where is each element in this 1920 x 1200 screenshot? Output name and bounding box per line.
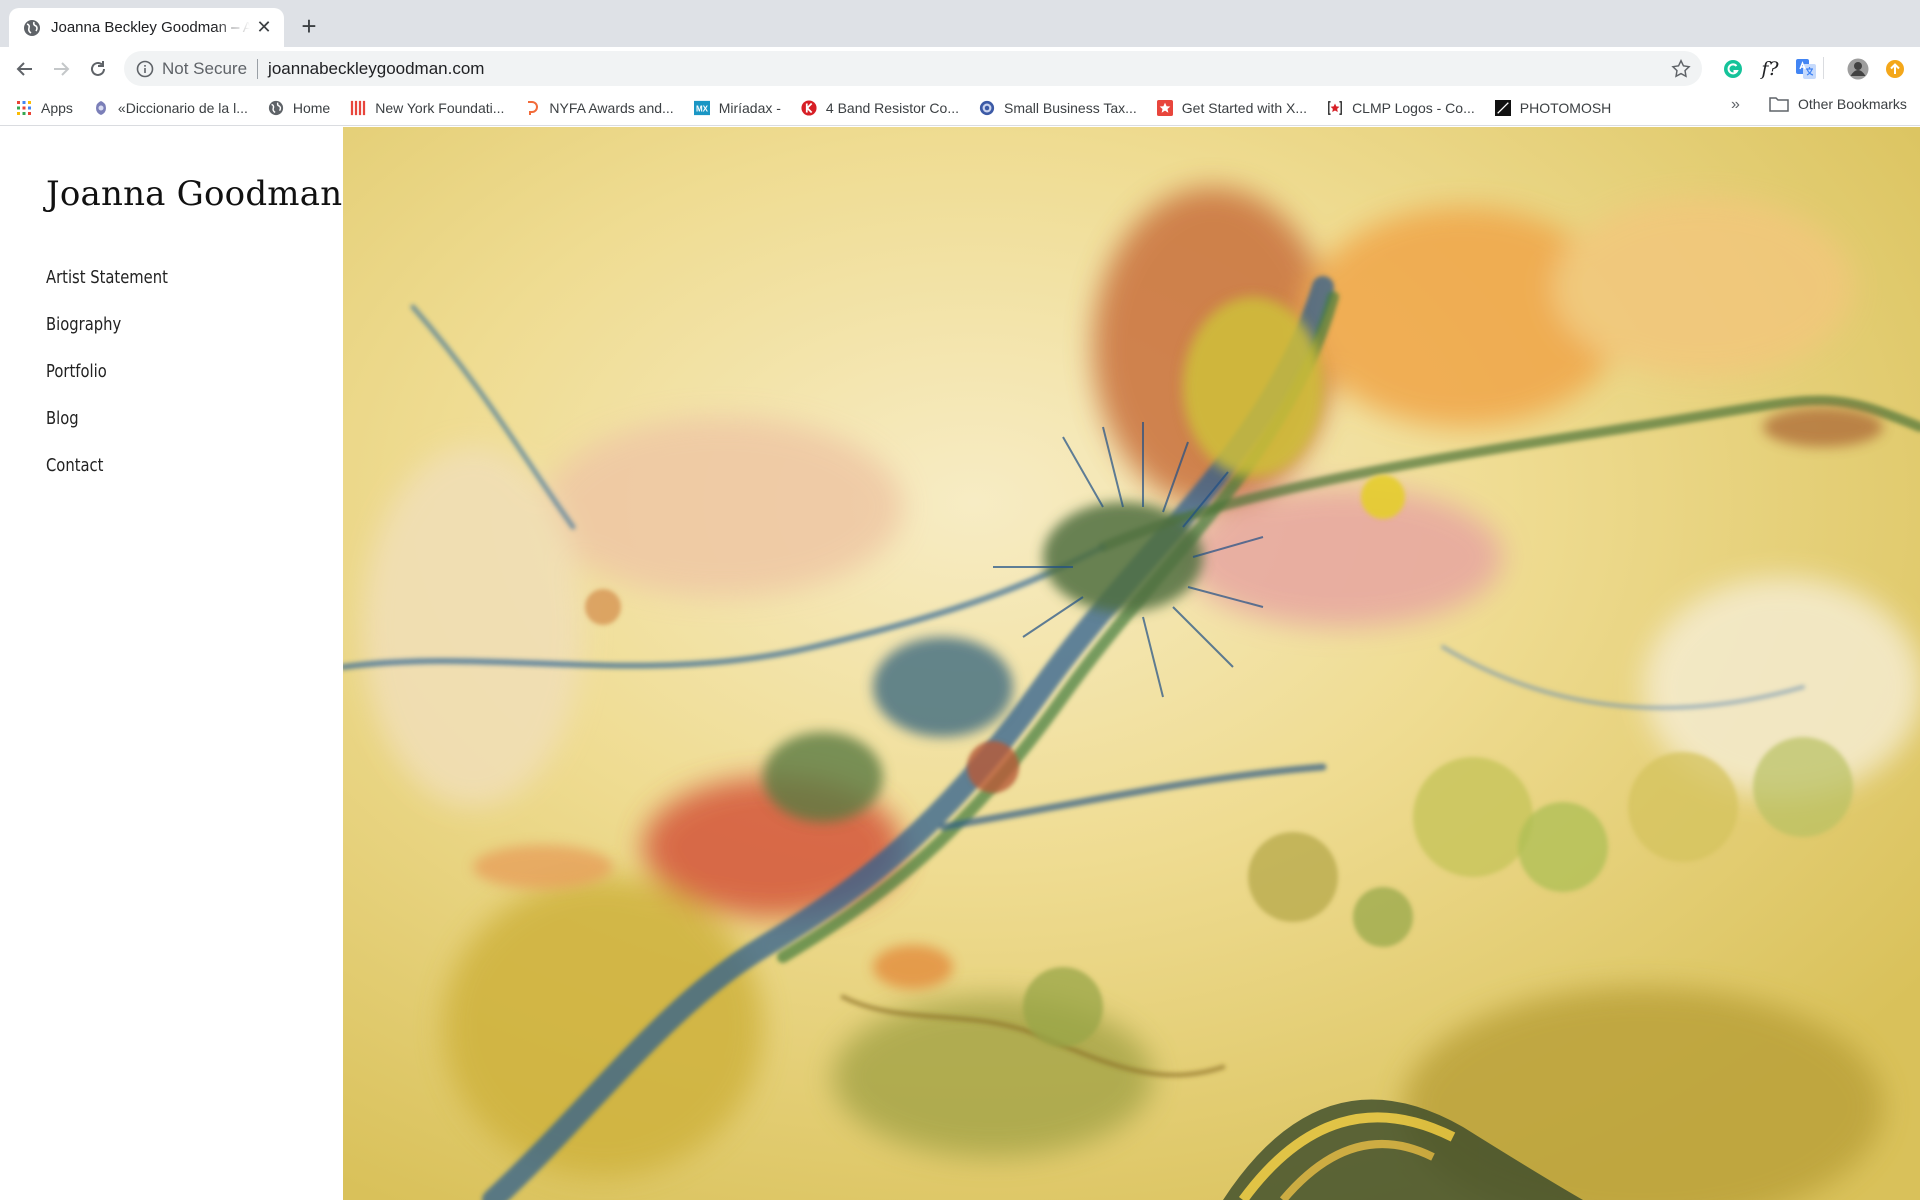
bookmarks-bar: Apps «Diccionario de la l... Home New Yo… xyxy=(0,90,1920,126)
nav-item-artist-statement[interactable]: Artist Statement xyxy=(46,267,168,314)
grammarly-icon xyxy=(1724,60,1742,78)
bookmark-apps[interactable]: Apps xyxy=(16,100,73,116)
avatar-icon xyxy=(1847,58,1869,80)
globe-icon xyxy=(268,100,284,116)
svg-text:MX: MX xyxy=(696,104,709,113)
site-sidebar: Joanna Goodman Artist Statement Biograph… xyxy=(0,127,343,1200)
omnibox-divider xyxy=(257,58,259,79)
bookmark-label: Home xyxy=(292,99,331,116)
xero-icon xyxy=(1156,99,1173,116)
bookmark-photomosh[interactable]: PHOTOMOSH xyxy=(1494,99,1612,116)
toolbar-divider xyxy=(1823,57,1824,79)
browser-tab[interactable]: Joanna Beckley Goodman – Artist ✕ xyxy=(9,8,284,47)
seal-icon xyxy=(979,100,995,116)
bookmark-label: PHOTOMOSH xyxy=(1519,99,1612,116)
address-bar[interactable]: Not Secure joannabeckleygoodman.com xyxy=(124,51,1702,86)
bookmark-label: «Diccionario de la l... xyxy=(117,99,248,116)
bookmark-label: NYFA Awards and... xyxy=(549,99,674,116)
browser-toolbar: Not Secure joannabeckleygoodman.com f? xyxy=(0,47,1920,90)
apps-grid-icon xyxy=(16,100,32,116)
nav-item-portfolio[interactable]: Portfolio xyxy=(46,361,168,408)
bookmark-small-business-tax[interactable]: Small Business Tax... xyxy=(979,100,1137,116)
grammarly-extension-icon[interactable] xyxy=(1721,57,1745,81)
forward-button[interactable] xyxy=(47,55,75,83)
arrow-up-circle-icon xyxy=(1886,60,1904,78)
bookmark-resistor[interactable]: 4 Band Resistor Co... xyxy=(801,100,959,116)
profile-avatar[interactable] xyxy=(1846,57,1870,81)
nav-item-contact[interactable]: Contact xyxy=(46,455,168,502)
bookmark-label: 4 Band Resistor Co... xyxy=(825,99,959,116)
font-finder-extension-icon[interactable]: f? xyxy=(1758,57,1782,81)
site-nav: Artist Statement Biography Portfolio Blo… xyxy=(46,267,195,502)
bookmark-get-started[interactable]: Get Started with X... xyxy=(1156,99,1308,116)
back-button[interactable] xyxy=(11,55,39,83)
info-icon[interactable] xyxy=(136,60,154,78)
abstract-painting xyxy=(343,127,1920,1200)
reload-icon xyxy=(91,61,105,76)
other-bookmarks-label: Other Bookmarks xyxy=(1798,96,1907,112)
tab-title: Joanna Beckley Goodman – Artist xyxy=(51,19,250,36)
nav-item-biography[interactable]: Biography xyxy=(46,314,168,361)
clmp-icon xyxy=(1327,100,1343,116)
bookmark-diccionario[interactable]: «Diccionario de la l... xyxy=(93,100,248,116)
bookmark-nyfa-foundation[interactable]: New York Foundati... xyxy=(350,100,504,116)
folder-icon xyxy=(1769,97,1789,112)
bookmark-label: CLMP Logos - Co... xyxy=(1352,99,1475,116)
hero-artwork-image xyxy=(343,127,1920,1200)
bookmark-nyfa-awards[interactable]: NYFA Awards and... xyxy=(524,99,674,116)
submittable-icon xyxy=(524,100,540,116)
new-tab-button[interactable]: + xyxy=(296,13,322,39)
translate-extension-icon[interactable] xyxy=(1794,57,1818,81)
close-tab-icon[interactable]: ✕ xyxy=(254,17,274,38)
resistor-k-icon xyxy=(801,99,817,116)
miriadax-icon: MX xyxy=(693,100,710,116)
nav-item-blog[interactable]: Blog xyxy=(46,408,168,455)
tab-strip: Joanna Beckley Goodman – Artist ✕ + xyxy=(0,0,1920,47)
bookmark-home[interactable]: Home xyxy=(268,100,330,116)
bookmark-clmp-logos[interactable]: CLMP Logos - Co... xyxy=(1327,100,1475,116)
site-title[interactable]: Joanna Goodman xyxy=(46,174,342,214)
bookmark-label: Miríadax - xyxy=(718,99,781,116)
bookmark-label: Apps xyxy=(41,99,73,116)
bookmark-label: Get Started with X... xyxy=(1181,99,1308,116)
bookmark-star-icon[interactable] xyxy=(1670,58,1692,80)
url-text[interactable]: joannabeckleygoodman.com xyxy=(268,59,484,79)
back-arrow-icon xyxy=(16,62,32,76)
security-status-label: Not Secure xyxy=(162,58,248,78)
forward-arrow-icon xyxy=(54,62,70,76)
bookmarks-overflow-button[interactable]: » xyxy=(1731,96,1740,114)
globe-icon xyxy=(24,19,40,36)
bookmark-label: New York Foundati... xyxy=(375,99,505,116)
rae-crest-icon xyxy=(93,100,109,116)
bookmark-label: Small Business Tax... xyxy=(1003,99,1137,116)
photomosh-icon xyxy=(1494,99,1511,116)
web-page: Joanna Goodman Artist Statement Biograph… xyxy=(0,127,1920,1200)
update-extension-icon[interactable] xyxy=(1883,57,1907,81)
google-translate-icon xyxy=(1796,59,1816,79)
reload-button[interactable] xyxy=(84,55,112,83)
nyfa-bars-icon xyxy=(350,100,366,116)
bookmark-miriadax[interactable]: MX Miríadax - xyxy=(693,99,781,116)
other-bookmarks-button[interactable]: Other Bookmarks xyxy=(1769,96,1907,112)
